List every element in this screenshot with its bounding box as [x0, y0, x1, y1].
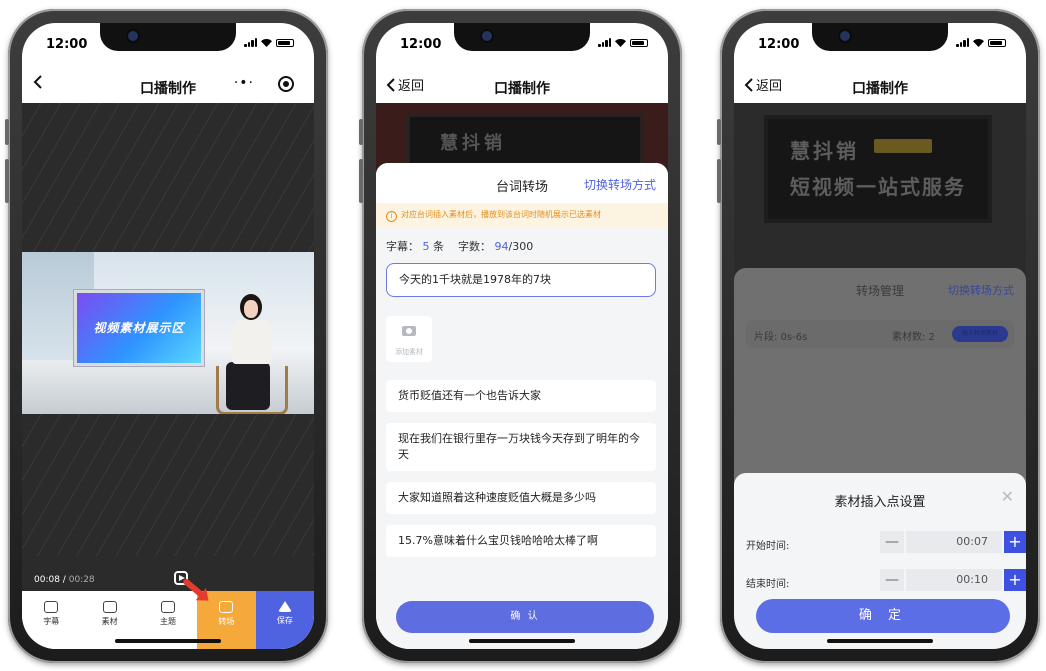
phone2-screen: 12:00 返回 口播制作 慧抖销 台词转场 切换转场方式 i 对应台词插入素材后… — [376, 23, 668, 649]
signal-icon — [956, 38, 969, 47]
start-time-value[interactable]: 00:07 — [906, 531, 1002, 553]
list-item[interactable]: 现在我们在银行里存一万块钱今天存到了明年的今天 — [386, 423, 656, 471]
list-item[interactable]: 货币贬值还有一个也告诉大家 — [386, 380, 656, 412]
status-time: 12:00 — [46, 37, 88, 52]
end-time-label: 结束时间: — [746, 579, 790, 590]
end-time-value[interactable]: 00:10 — [906, 569, 1002, 591]
status-time: 12:00 — [400, 37, 442, 52]
playback-time: 00:08 / 00:28 — [34, 575, 95, 585]
video-banner-text: 视频素材展示区 — [93, 321, 185, 335]
notch — [454, 23, 590, 51]
switch-transition-mode-link[interactable]: 切换转场方式 — [948, 282, 1014, 298]
home-indicator — [469, 639, 575, 643]
list-item[interactable]: 大家知道照着这种速度贬值大概是多少吗 — [386, 482, 656, 514]
dialog-title: 素材插入点设置 — [834, 495, 926, 510]
page-title: 口播制作 — [852, 81, 908, 97]
wifi-icon — [261, 39, 272, 47]
material-count: 素材数: 2 — [892, 332, 935, 343]
battery-icon — [988, 39, 1006, 47]
transition-icon — [219, 601, 234, 613]
tab-save[interactable]: 保存 — [255, 591, 314, 649]
video-banner-screen: 视频素材展示区 — [74, 290, 204, 366]
notch — [100, 23, 236, 51]
more-menu-button[interactable]: ·•· — [234, 75, 254, 91]
phone-mockup-1: 12:00 口播制作 ·•· 视频素材展示区 00:08 / 00:28 字幕 … — [5, 9, 328, 663]
list-item[interactable]: 15.7%意味着什么宝贝钱哈哈哈太棒了啊 — [386, 525, 656, 557]
close-icon[interactable]: ✕ — [1001, 487, 1014, 506]
script-lines: 货币贬值还有一个也告诉大家 现在我们在银行里存一万块钱今天存到了明年的今天 大家… — [386, 380, 656, 568]
close-miniapp-icon[interactable] — [278, 76, 294, 92]
phone-mockup-3: 12:00 返回 口播制作 慧抖销 短视频一站式服务 转场管理 切换转场方式 片… — [717, 9, 1040, 663]
tab-subtitle[interactable]: 字幕 — [22, 591, 80, 649]
status-time: 12:00 — [758, 37, 800, 52]
bg-banner-text: 慧抖销 — [440, 133, 506, 154]
subtitle-icon — [44, 601, 59, 613]
transition-sheet: 台词转场 切换转场方式 i 对应台词插入素材后，播放到该台词时随机展示已选素材 字… — [376, 163, 668, 649]
battery-icon — [276, 39, 294, 47]
start-time-stepper: — 00:07 + — [880, 531, 1026, 553]
insert-material-button[interactable]: 插入转场素材 — [952, 326, 1008, 342]
nav-bar: 口播制作 ·•· — [22, 69, 314, 103]
tip-banner: i 对应台词插入素材后，播放到该台词时随机展示已选素材 — [376, 203, 668, 227]
phone1-screen: 12:00 口播制作 ·•· 视频素材展示区 00:08 / 00:28 字幕 … — [22, 23, 314, 649]
bg-banner-line1: 慧抖销 — [790, 139, 859, 163]
bg-banner-line2: 短视频一站式服务 — [790, 175, 966, 199]
home-indicator — [115, 639, 221, 643]
page-title: 口播制作 — [140, 81, 196, 97]
presenter-figure — [216, 294, 288, 414]
phone-mockup-2: 12:00 返回 口播制作 慧抖销 台词转场 切换转场方式 i 对应台词插入素材后… — [359, 9, 682, 663]
confirm-button[interactable]: 确 定 — [756, 599, 1010, 633]
canvas-top-area — [22, 103, 314, 252]
segment-label: 片段: 0s-6s — [754, 332, 808, 343]
start-time-label: 开始时间: — [746, 541, 790, 552]
add-material-button[interactable]: 添加素材 — [386, 316, 432, 362]
send-icon — [277, 601, 292, 612]
camera-icon — [402, 326, 416, 336]
confirm-button[interactable]: 确 认 — [396, 601, 654, 633]
cube-icon — [161, 601, 176, 613]
canvas-bottom-area — [22, 414, 314, 556]
insert-point-dialog: 素材插入点设置 ✕ 开始时间: — 00:07 + 结束时间: — 00:10 … — [734, 473, 1026, 649]
subtitle-stats: 字幕： 5 条字数： 94/300 — [386, 240, 534, 253]
phone3-screen: 12:00 返回 口播制作 慧抖销 短视频一站式服务 转场管理 切换转场方式 片… — [734, 23, 1026, 649]
end-minus-button[interactable]: — — [880, 569, 904, 591]
end-time-stepper: — 00:10 + — [880, 569, 1026, 591]
signal-icon — [244, 38, 257, 47]
start-plus-button[interactable]: + — [1004, 531, 1026, 553]
signal-icon — [598, 38, 611, 47]
wifi-icon — [615, 39, 626, 47]
video-preview[interactable]: 视频素材展示区 — [22, 252, 314, 414]
switch-transition-mode-link[interactable]: 切换转场方式 — [584, 176, 656, 193]
notch — [812, 23, 948, 51]
folder-icon — [102, 601, 117, 613]
nav-bar: 返回 口播制作 — [376, 69, 668, 103]
battery-icon — [630, 39, 648, 47]
active-line-input[interactable]: 今天的1千块就是1978年的7块 — [386, 263, 656, 297]
nav-bar: 返回 口播制作 — [734, 69, 1026, 103]
info-icon: i — [386, 211, 397, 222]
segment-row: 片段: 0s-6s 素材数: 2 插入转场素材 — [746, 320, 1014, 348]
page-title: 口播制作 — [494, 81, 550, 97]
home-indicator — [827, 639, 933, 643]
wifi-icon — [973, 39, 984, 47]
end-plus-button[interactable]: + — [1004, 569, 1026, 591]
start-minus-button[interactable]: — — [880, 531, 904, 553]
